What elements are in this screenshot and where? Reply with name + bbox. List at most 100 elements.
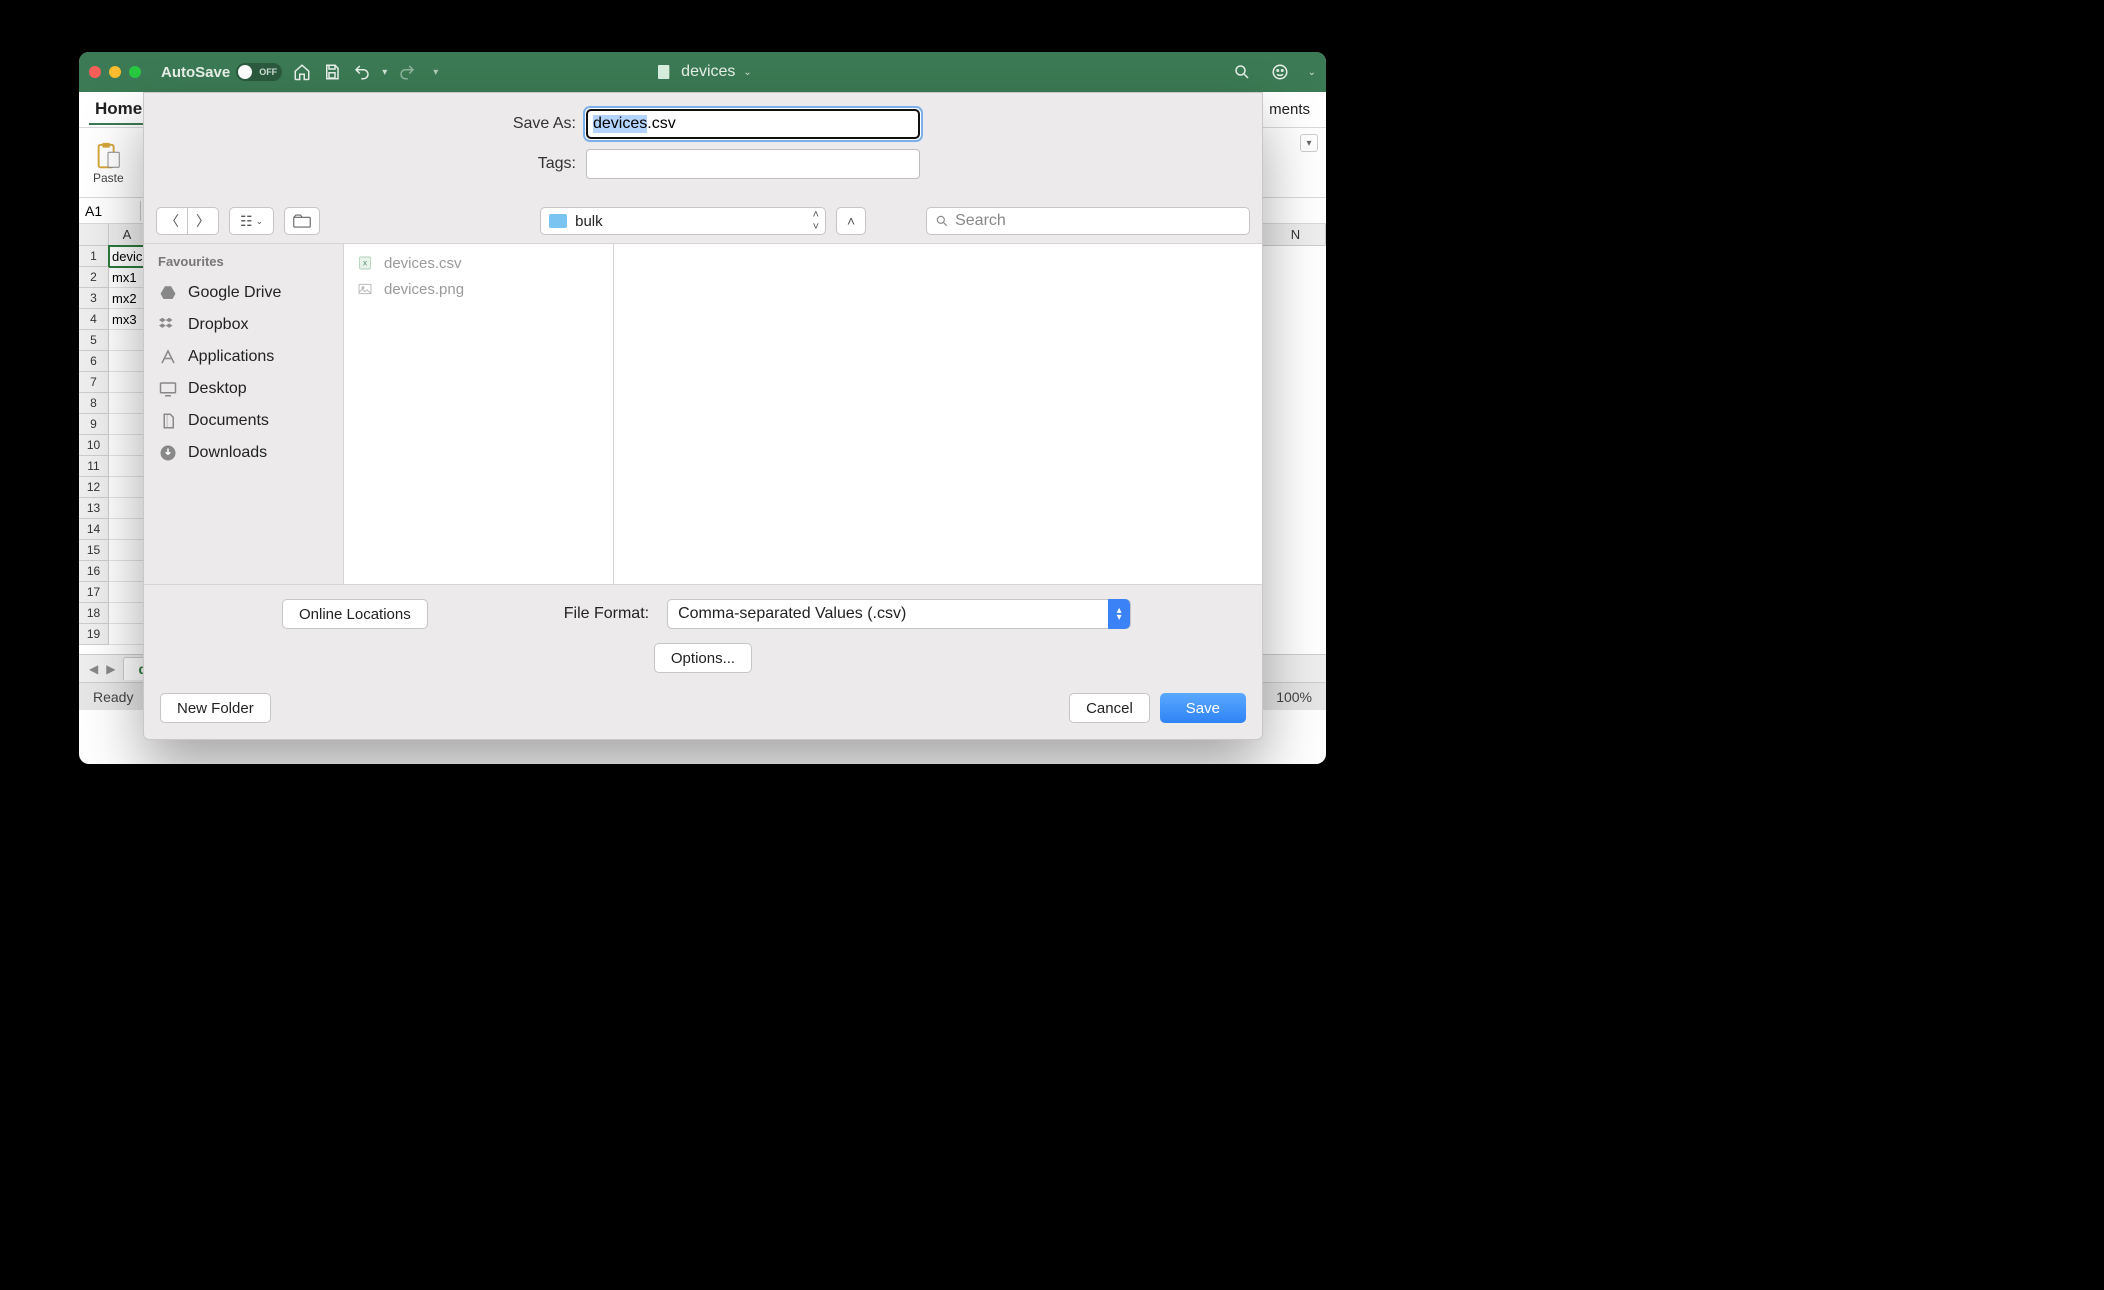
window-controls xyxy=(89,66,141,78)
col-header-n[interactable]: N xyxy=(1266,224,1326,245)
row-header[interactable]: 2 xyxy=(79,267,109,288)
row-header[interactable]: 5 xyxy=(79,330,109,351)
file-format-label: File Format: xyxy=(564,605,649,623)
dropbox-icon xyxy=(158,315,178,335)
search-icon[interactable] xyxy=(1232,62,1252,82)
row-header[interactable]: 3 xyxy=(79,288,109,309)
sidebar-item[interactable]: Documents xyxy=(152,405,335,437)
file-item[interactable]: Xdevices.csv xyxy=(354,250,603,276)
location-name: bulk xyxy=(575,213,603,230)
autosave-toggle[interactable]: AutoSave OFF xyxy=(161,63,282,81)
row-header[interactable]: 6 xyxy=(79,351,109,372)
nav-back-button[interactable]: 〈 xyxy=(156,207,187,235)
file-format-dropdown[interactable]: Comma-separated Values (.csv) ▴▾ xyxy=(667,599,1131,629)
comments-button-fragment[interactable]: ments xyxy=(1269,101,1316,118)
file-list[interactable]: Xdevices.csv devices.png xyxy=(344,244,614,584)
cell[interactable] xyxy=(109,519,146,540)
tab-home[interactable]: Home xyxy=(89,95,148,125)
home-icon[interactable] xyxy=(292,62,312,82)
close-window-button[interactable] xyxy=(89,66,101,78)
tags-input[interactable] xyxy=(586,149,920,179)
online-locations-button[interactable]: Online Locations xyxy=(282,599,428,629)
row-header[interactable]: 11 xyxy=(79,456,109,477)
minimize-window-button[interactable] xyxy=(109,66,121,78)
sidebar-item[interactable]: Downloads xyxy=(152,437,335,469)
cancel-button[interactable]: Cancel xyxy=(1069,693,1150,723)
parent-folder-button[interactable]: ˄ xyxy=(836,207,866,235)
row-header[interactable]: 17 xyxy=(79,582,109,603)
cell[interactable]: mx2 xyxy=(109,288,146,309)
file-name: devices.csv xyxy=(384,255,462,272)
cell[interactable] xyxy=(109,582,146,603)
cell[interactable] xyxy=(109,477,146,498)
file-item[interactable]: devices.png xyxy=(354,276,603,302)
row-header[interactable]: 16 xyxy=(79,561,109,582)
cell[interactable] xyxy=(109,456,146,477)
nav-forward-button[interactable]: 〉 xyxy=(187,207,219,235)
feedback-dropdown-icon[interactable]: ⌄ xyxy=(1308,67,1316,78)
cell[interactable] xyxy=(109,435,146,456)
cell[interactable] xyxy=(109,330,146,351)
undo-icon[interactable] xyxy=(352,62,372,82)
sidebar-item[interactable]: Applications xyxy=(152,341,335,373)
cell[interactable] xyxy=(109,414,146,435)
file-name: devices.png xyxy=(384,281,464,298)
ribbon-collapse-icon[interactable]: ▾ xyxy=(1300,134,1318,152)
save-button[interactable]: Save xyxy=(1160,693,1246,723)
row-header[interactable]: 8 xyxy=(79,393,109,414)
cell[interactable] xyxy=(109,624,146,645)
autosave-switch[interactable]: OFF xyxy=(236,63,282,81)
row-header[interactable]: 9 xyxy=(79,414,109,435)
undo-dropdown-icon[interactable]: ▾ xyxy=(382,67,387,78)
autosave-label: AutoSave xyxy=(161,64,230,81)
cell[interactable] xyxy=(109,393,146,414)
location-dropdown[interactable]: bulk ˄˅ xyxy=(540,207,826,235)
save-icon[interactable] xyxy=(322,62,342,82)
cell[interactable] xyxy=(109,561,146,582)
row-header[interactable]: 12 xyxy=(79,477,109,498)
sidebar-item[interactable]: Google Drive xyxy=(152,277,335,309)
sidebar-item[interactable]: Dropbox xyxy=(152,309,335,341)
row-header[interactable]: 14 xyxy=(79,519,109,540)
zoom-level: 100% xyxy=(1276,689,1312,705)
row-header[interactable]: 13 xyxy=(79,498,109,519)
title-dropdown-icon[interactable]: ⌄ xyxy=(743,67,751,78)
zoom-window-button[interactable] xyxy=(129,66,141,78)
sheet-nav-next-icon[interactable]: ▶ xyxy=(106,662,115,676)
row-header[interactable]: 4 xyxy=(79,309,109,330)
col-header-a[interactable]: A xyxy=(109,224,146,245)
name-box[interactable]: A1 xyxy=(79,201,141,221)
saveas-input[interactable] xyxy=(586,109,920,139)
cell[interactable] xyxy=(109,372,146,393)
sheet-nav-prev-icon[interactable]: ◀ xyxy=(89,662,98,676)
qat-customize-icon[interactable]: ▾ xyxy=(433,67,438,78)
view-mode-button[interactable]: ☷ ⌄ xyxy=(229,207,274,235)
redo-icon[interactable] xyxy=(397,62,417,82)
document-title: devices ⌄ xyxy=(653,62,752,82)
cell[interactable]: mx3 xyxy=(109,309,146,330)
row-header[interactable]: 18 xyxy=(79,603,109,624)
row-header[interactable]: 1 xyxy=(79,246,109,267)
cell[interactable]: devic xyxy=(109,246,146,267)
group-button[interactable] xyxy=(284,207,320,235)
cell[interactable] xyxy=(109,498,146,519)
sidebar-item[interactable]: Desktop xyxy=(152,373,335,405)
row-header[interactable]: 19 xyxy=(79,624,109,645)
cell[interactable] xyxy=(109,351,146,372)
cell[interactable] xyxy=(109,603,146,624)
row-header[interactable]: 10 xyxy=(79,435,109,456)
row-header[interactable]: 15 xyxy=(79,540,109,561)
options-button[interactable]: Options... xyxy=(654,643,752,673)
paste-button[interactable]: Paste xyxy=(93,141,124,185)
feedback-icon[interactable] xyxy=(1270,62,1290,82)
search-field[interactable]: Search xyxy=(926,207,1250,235)
clipboard-icon xyxy=(93,141,123,171)
cell[interactable] xyxy=(109,540,146,561)
status-ready: Ready xyxy=(93,689,133,705)
select-all-corner[interactable] xyxy=(79,224,109,245)
row-header[interactable]: 7 xyxy=(79,372,109,393)
excel-file-icon xyxy=(653,62,673,82)
saveas-label: Save As: xyxy=(486,115,576,133)
cell[interactable]: mx1 xyxy=(109,267,146,288)
new-folder-button[interactable]: New Folder xyxy=(160,693,271,723)
